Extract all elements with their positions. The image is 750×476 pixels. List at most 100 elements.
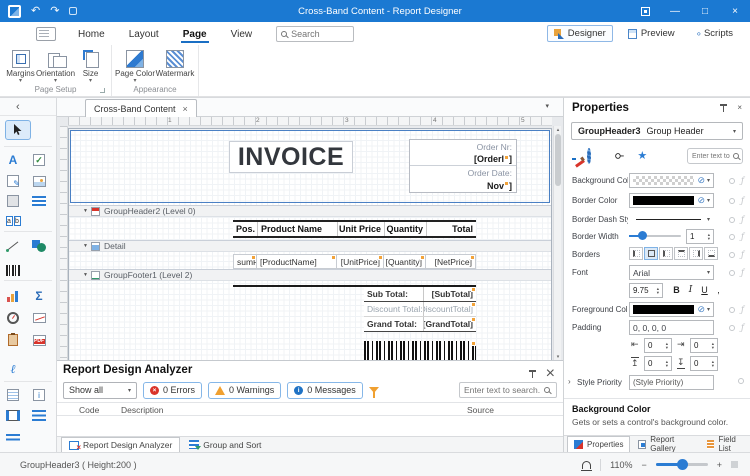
- band-groupheader2[interactable]: ▼ GroupHeader2 (Level 0): [69, 205, 551, 217]
- tab-list-chevron-icon[interactable]: ▾: [545, 102, 549, 110]
- richtext-tool[interactable]: [0, 175, 26, 187]
- chart-tool[interactable]: [0, 291, 26, 302]
- customize-quick-access-icon[interactable]: [69, 7, 77, 15]
- tab-report-gallery[interactable]: Report Gallery: [632, 436, 699, 452]
- alignment-tool[interactable]: [0, 434, 26, 443]
- watermark-button[interactable]: Watermark: [156, 48, 194, 83]
- spin-down-icon[interactable]: ▾: [657, 291, 659, 295]
- preview-mode-button[interactable]: Preview: [621, 25, 682, 42]
- expression-icon[interactable]: ƒ: [741, 323, 744, 332]
- pin-icon[interactable]: [720, 104, 727, 112]
- barcode-tool[interactable]: [0, 265, 26, 276]
- italic-button[interactable]: I: [684, 283, 697, 297]
- property-marker-icon[interactable]: [729, 178, 735, 184]
- spin-down-icon[interactable]: ▾: [708, 237, 710, 241]
- border-left-toggle[interactable]: [659, 247, 673, 260]
- chevron-down-icon[interactable]: ▾: [707, 216, 710, 223]
- border-width-slider[interactable]: [629, 235, 681, 237]
- scrollbar-thumb[interactable]: [555, 134, 561, 186]
- notifications-bell-icon[interactable]: [582, 461, 591, 469]
- control-selector-dropdown[interactable]: GroupHeader3 Group Header ▾: [571, 122, 743, 140]
- expression-icon[interactable]: ƒ: [741, 232, 744, 241]
- panel-tool[interactable]: [0, 195, 26, 207]
- chevron-down-icon[interactable]: ▾: [707, 306, 710, 313]
- tab-home[interactable]: Home: [66, 25, 117, 43]
- pdf-content-tool[interactable]: PDF: [26, 335, 52, 346]
- foreground-color-editor[interactable]: ⊘ ▾: [629, 302, 714, 317]
- smart-tag-icon[interactable]: [471, 341, 476, 346]
- line-tool[interactable]: [0, 240, 26, 252]
- zoom-in-button[interactable]: +: [717, 460, 722, 470]
- designer-mode-button[interactable]: Designer: [547, 25, 613, 42]
- smart-tag-icon[interactable]: [378, 255, 383, 260]
- no-color-icon[interactable]: ⊘: [697, 195, 705, 206]
- smart-tag-icon[interactable]: [504, 181, 509, 186]
- window-minimize-button[interactable]: —: [660, 0, 690, 22]
- font-name-dropdown[interactable]: Arial ▾: [629, 265, 714, 280]
- signature-tool[interactable]: ℓ: [0, 362, 26, 377]
- border-color-editor[interactable]: ⊘ ▾: [629, 193, 714, 208]
- padding-left-spinner[interactable]: 0 ▴▾: [644, 338, 672, 353]
- toolbox-collapse-button[interactable]: ‹: [16, 101, 20, 113]
- property-marker-icon[interactable]: [738, 378, 744, 384]
- style-priority-expander-icon[interactable]: ›: [568, 377, 571, 386]
- margins-button[interactable]: Margins ▾: [4, 48, 37, 83]
- band-groupfooter1[interactable]: ▼ GroupFooter1 (Level 2): [69, 269, 551, 281]
- detail-cell[interactable]: [Quantity]: [384, 254, 426, 269]
- filter-icon[interactable]: [369, 387, 379, 393]
- zoom-slider-knob[interactable]: [677, 459, 688, 470]
- header-cell-product-name[interactable]: Product Name: [257, 222, 337, 236]
- order-date-label[interactable]: Order Date:: [468, 168, 512, 178]
- expression-icon[interactable]: ƒ: [741, 196, 744, 205]
- orientation-button[interactable]: Orientation ▾: [39, 48, 72, 83]
- order-date-value[interactable]: Nov ]: [410, 179, 516, 192]
- smart-tag-icon[interactable]: [331, 255, 336, 260]
- property-marker-icon[interactable]: [729, 217, 735, 223]
- tab-layout[interactable]: Layout: [117, 25, 171, 43]
- property-marker-icon[interactable]: [729, 234, 735, 240]
- border-dash-style-editor[interactable]: ▾: [629, 212, 714, 227]
- font-size-spinner[interactable]: 9.75 ▴▾: [629, 283, 663, 298]
- pin-icon[interactable]: [529, 370, 536, 378]
- tab-page[interactable]: Page: [171, 25, 219, 43]
- column-code[interactable]: Code: [79, 405, 99, 415]
- tab-properties[interactable]: Properties: [567, 436, 630, 452]
- gauge-tool[interactable]: [0, 312, 26, 324]
- scripts-mode-button[interactable]: ‹› Scripts: [690, 25, 740, 42]
- window-restore-icon[interactable]: [630, 0, 660, 22]
- properties-search-input[interactable]: [692, 153, 730, 160]
- behavior-category-tab[interactable]: [587, 151, 591, 162]
- padding-right-spinner[interactable]: 0 ▴▾: [690, 338, 718, 353]
- header-cell-unit-price[interactable]: Unit Price: [337, 222, 384, 236]
- undo-icon[interactable]: ↶: [31, 6, 40, 17]
- tab-group-and-sort[interactable]: Group and Sort: [182, 437, 268, 452]
- header-cell-pos[interactable]: Pos.: [233, 222, 257, 236]
- cross-band-line-tool[interactable]: [0, 410, 26, 421]
- page-color-button[interactable]: Page Color ▾: [116, 48, 154, 83]
- background-color-editor[interactable]: ⊘ ▾: [629, 173, 714, 188]
- properties-search-box[interactable]: [687, 148, 743, 164]
- expression-icon[interactable]: ƒ: [741, 176, 744, 185]
- zoom-slider[interactable]: [656, 463, 708, 466]
- order-nr-value[interactable]: [OrderI ]: [410, 153, 516, 166]
- expression-icon[interactable]: ƒ: [741, 305, 744, 314]
- expression-icon[interactable]: ƒ: [741, 250, 744, 259]
- chevron-down-icon[interactable]: ▾: [707, 197, 710, 204]
- label-tool[interactable]: A: [0, 153, 26, 167]
- detail-cell[interactable]: [ProductName]: [257, 254, 337, 269]
- padding-editor[interactable]: 0, 0, 0, 0: [629, 320, 714, 335]
- border-right-toggle[interactable]: [689, 247, 703, 260]
- expression-icon[interactable]: ƒ: [741, 268, 744, 277]
- detail-cell[interactable]: [NetPrice]: [426, 254, 476, 269]
- page-info-tool[interactable]: i: [26, 389, 52, 401]
- header-cell-quantity[interactable]: Quantity: [384, 222, 426, 236]
- property-marker-icon[interactable]: [729, 307, 735, 313]
- warnings-badge[interactable]: 0 Warnings: [208, 382, 281, 399]
- analyzer-filter-dropdown[interactable]: Show all ▾: [63, 382, 137, 399]
- analyzer-search-input[interactable]: [464, 385, 540, 395]
- strikeout-button[interactable]: ,: [712, 283, 725, 297]
- padding-bottom-spinner[interactable]: 0 ▴▾: [690, 356, 718, 371]
- property-marker-icon[interactable]: [729, 252, 735, 258]
- smart-tag-icon[interactable]: [251, 255, 256, 260]
- summary-tool[interactable]: Σ: [26, 289, 52, 303]
